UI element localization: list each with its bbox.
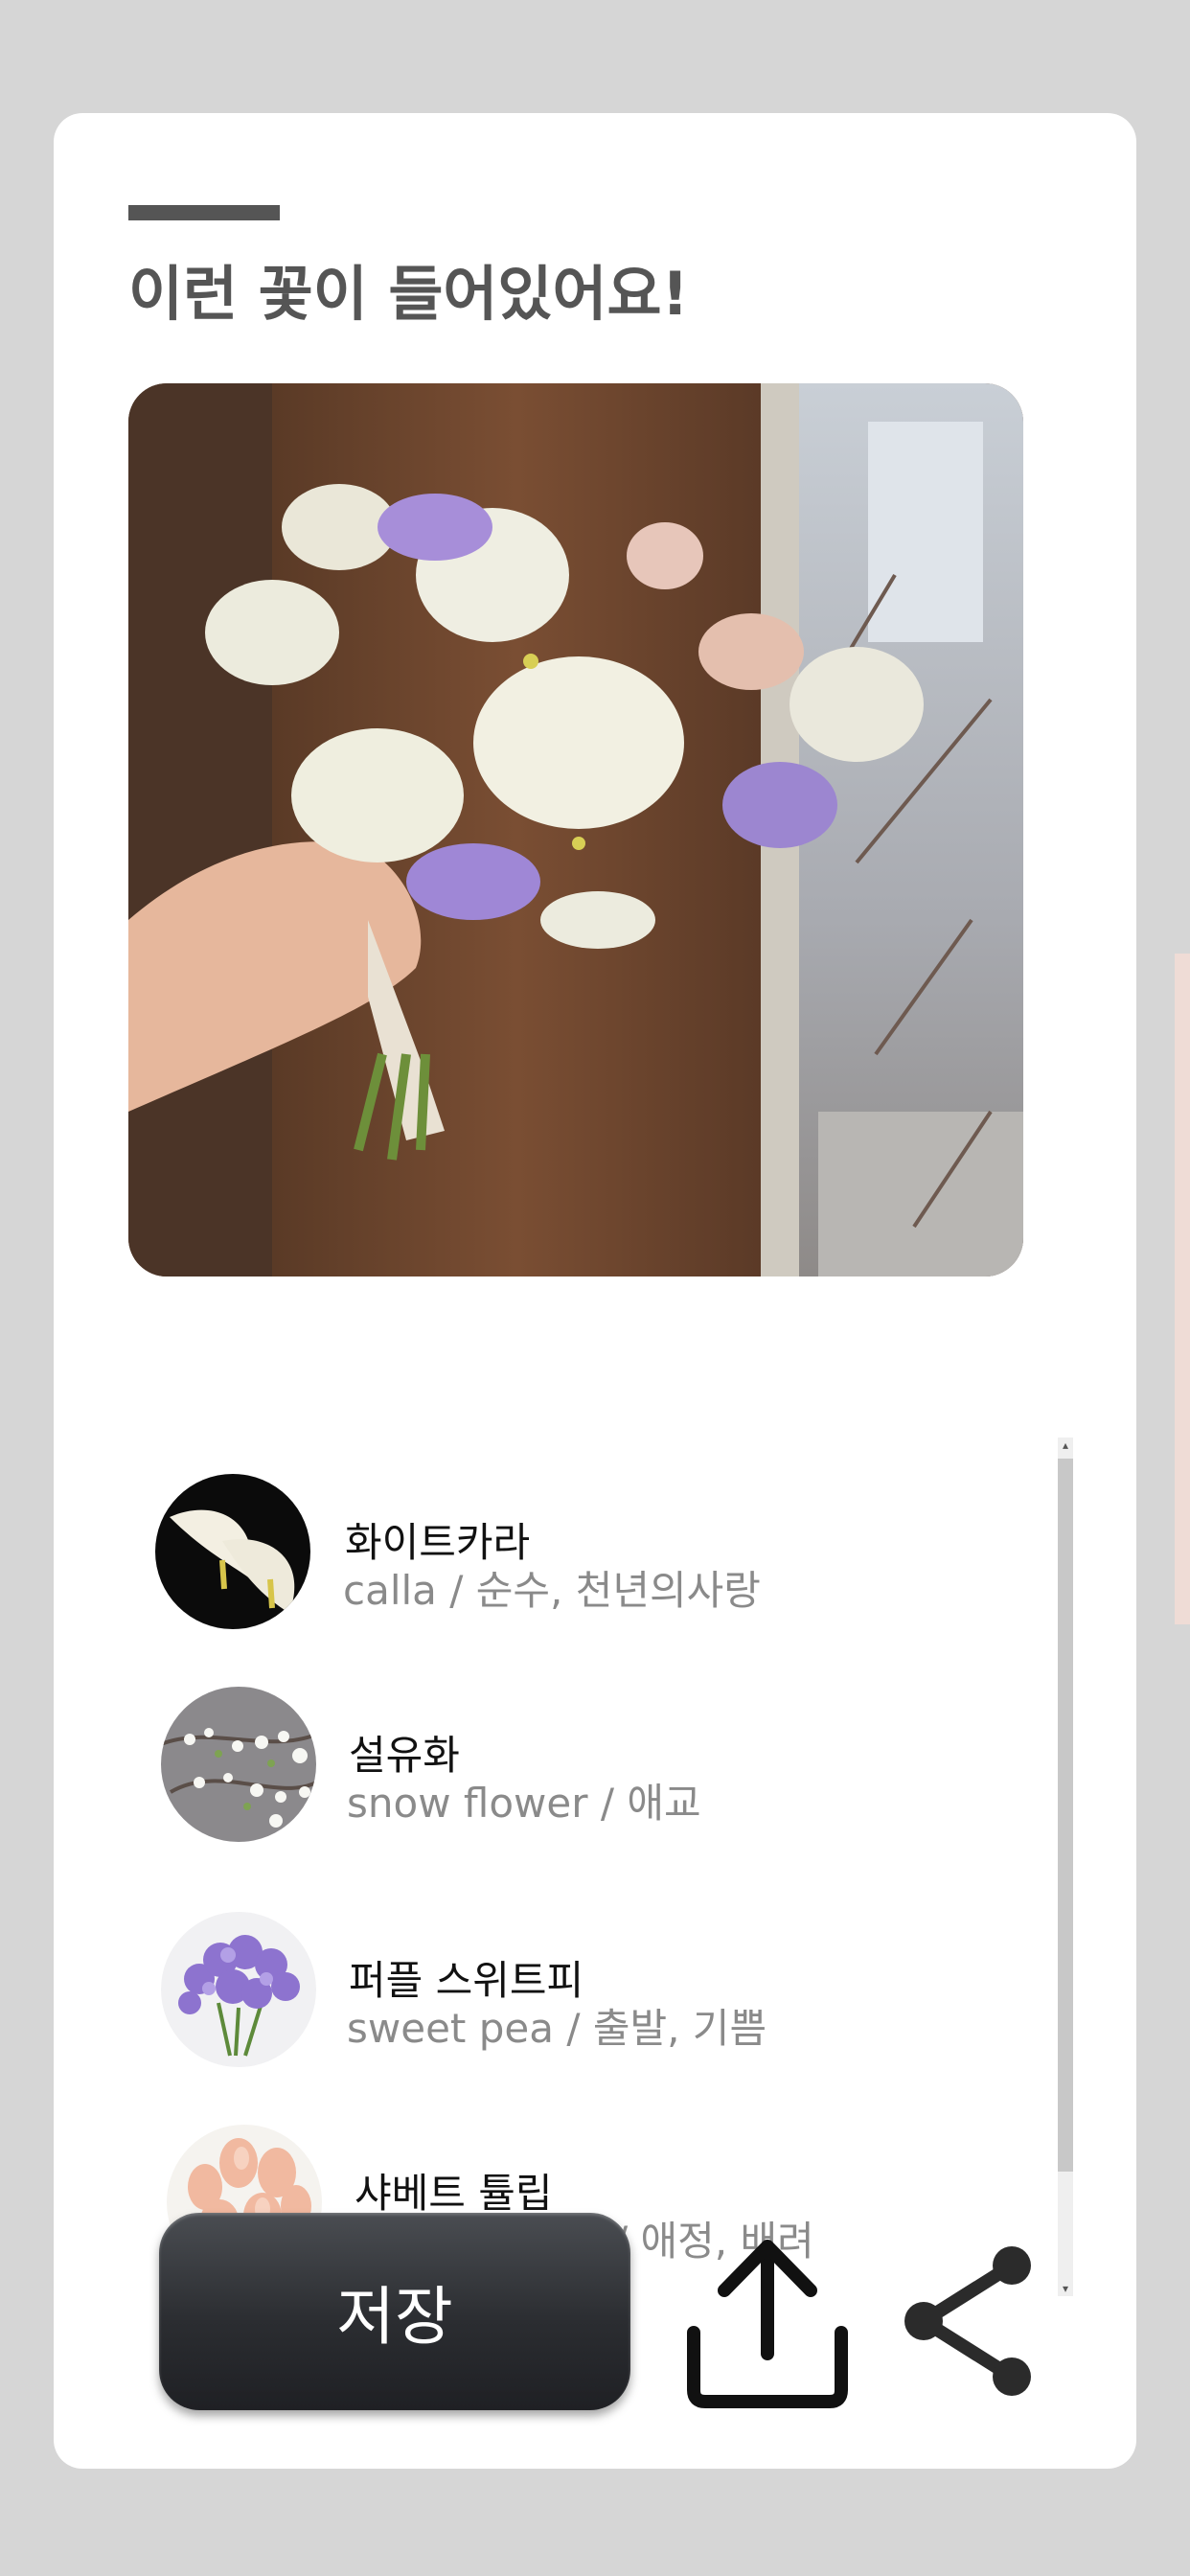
save-button[interactable]: 저장	[159, 2213, 630, 2410]
side-decoration	[1175, 954, 1190, 1624]
title-accent-bar	[128, 205, 280, 220]
flower-description: calla / 순수, 천년의사랑	[343, 1567, 761, 1614]
bouquet-photo	[128, 383, 1023, 1276]
page-title: 이런 꽃이 들어있어요!	[128, 259, 689, 329]
upload-icon[interactable]	[676, 2229, 858, 2411]
purple-sweet-pea-thumbnail	[161, 1912, 316, 2067]
list-item: 설유화 snow flower / 애교	[161, 1687, 1004, 1850]
list-item: 퍼플 스위트피 sweet pea / 출발, 기쁨	[161, 1912, 1004, 2075]
flower-list[interactable]: 화이트카라 calla / 순수, 천년의사랑 설유화 snow flower …	[128, 1322, 1044, 2280]
scrollbar-thumb[interactable]	[1058, 1459, 1073, 2172]
flower-description: snow flower / 애교	[347, 1780, 701, 1827]
scroll-up-arrow-icon[interactable]: ▴	[1058, 1438, 1073, 1453]
flower-info-card: 이런 꽃이 들어있어요! 화이트카라 calla / 순수, 천년의사랑 설유화…	[54, 113, 1136, 2469]
share-icon[interactable]	[897, 2237, 1041, 2400]
snow-flower-thumbnail	[161, 1687, 316, 1842]
scroll-down-arrow-icon[interactable]: ▾	[1058, 2281, 1073, 2296]
list-item: 화이트카라 calla / 순수, 천년의사랑	[155, 1474, 998, 1637]
white-calla-thumbnail	[155, 1474, 310, 1629]
flower-description: sweet pea / 출발, 기쁨	[347, 2005, 767, 2052]
list-scrollbar[interactable]: ▴ ▾	[1058, 1438, 1073, 2296]
